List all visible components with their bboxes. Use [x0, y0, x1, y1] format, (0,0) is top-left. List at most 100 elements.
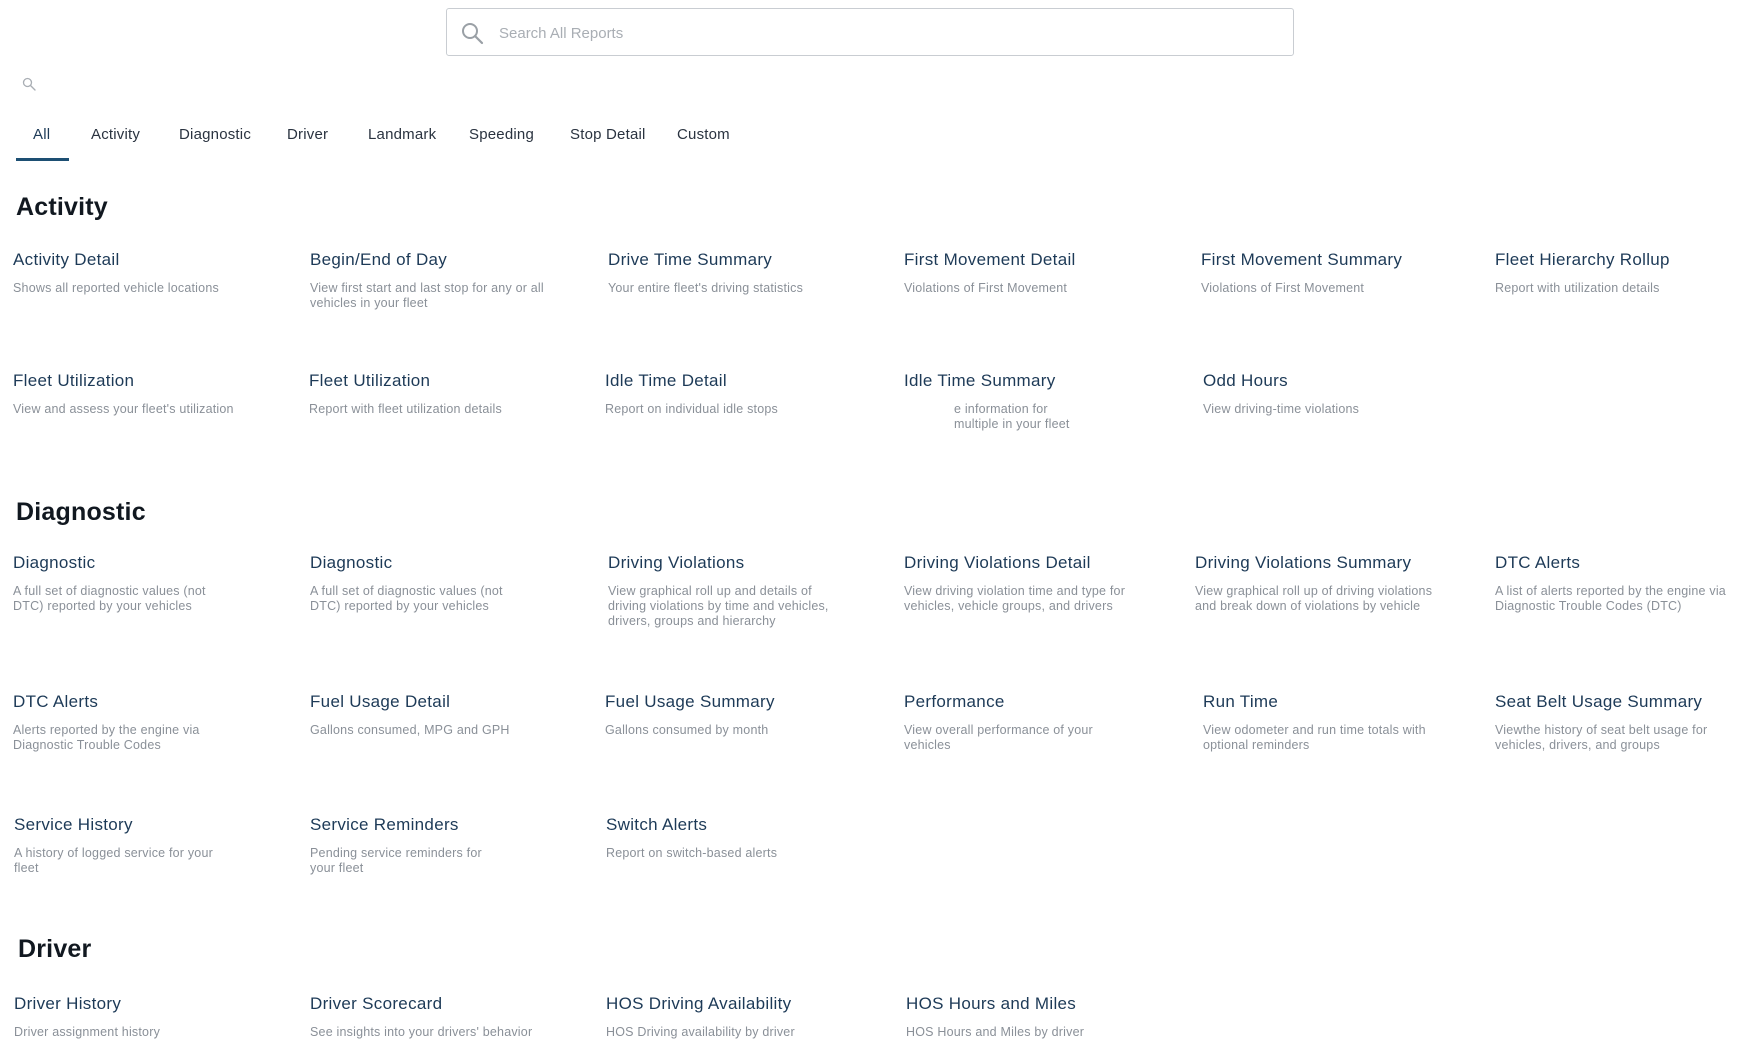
report-description: View overall performance of your vehicle…	[904, 723, 1093, 752]
report-title: Fleet Utilization	[309, 371, 431, 390]
report-title: Driving Violations Summary	[1195, 553, 1412, 572]
report-title: Activity Detail	[13, 250, 120, 269]
report-description: View graphical roll up and details of dr…	[608, 584, 829, 628]
report-card[interactable]: Run Time View odometer and run time tota…	[1203, 692, 1448, 753]
report-description: View driving violation time and type for…	[904, 584, 1126, 613]
tab-landmark[interactable]: Landmark	[368, 126, 436, 143]
tab-diagnostic[interactable]: Diagnostic	[179, 126, 251, 143]
report-card[interactable]: First Movement Detail Violations of Firs…	[904, 250, 1164, 296]
report-title: DTC Alerts	[1495, 553, 1581, 572]
tab-all[interactable]: All	[33, 126, 50, 143]
report-card[interactable]: Idle Time Detail Report on individual id…	[605, 371, 865, 417]
search-bar[interactable]	[446, 8, 1294, 56]
report-card[interactable]: Fuel Usage Detail Gallons consumed, MPG …	[310, 692, 570, 738]
tab-stop-detail[interactable]: Stop Detail	[570, 126, 646, 143]
report-description: Viewthe history of seat belt usage for v…	[1495, 723, 1708, 752]
tab-activity[interactable]: Activity	[91, 126, 140, 143]
report-card[interactable]: Fleet Utilization View and assess your f…	[13, 371, 273, 417]
report-card[interactable]: Driver History Driver assignment history	[14, 994, 274, 1040]
report-card[interactable]: Diagnostic A full set of diagnostic valu…	[310, 553, 530, 614]
report-card[interactable]: Diagnostic A full set of diagnostic valu…	[13, 553, 233, 614]
report-description: View graphical roll up of driving violat…	[1195, 584, 1433, 613]
report-description: Your entire fleet's driving statistics	[608, 281, 804, 295]
report-title: Idle Time Summary	[904, 371, 1056, 390]
report-title: Switch Alerts	[606, 815, 708, 834]
report-card[interactable]: Fleet Hierarchy Rollup Report with utili…	[1495, 250, 1755, 296]
report-title: Diagnostic	[310, 553, 393, 572]
report-description: A history of logged service for your fle…	[14, 846, 213, 875]
report-description: Report on switch-based alerts	[606, 846, 778, 860]
report-description: Report with utilization details	[1495, 281, 1660, 295]
report-title: Drive Time Summary	[608, 250, 773, 269]
report-title: Fleet Hierarchy Rollup	[1495, 250, 1670, 269]
report-title: Service History	[14, 815, 133, 834]
report-description: Shows all reported vehicle locations	[13, 281, 219, 295]
report-card[interactable]: Service History A history of logged serv…	[14, 815, 214, 876]
report-title: Fuel Usage Detail	[310, 692, 451, 711]
search-icon	[462, 23, 484, 45]
report-title: Seat Belt Usage Summary	[1495, 692, 1703, 711]
report-card[interactable]: Activity Detail Shows all reported vehic…	[13, 250, 273, 296]
report-description: Gallons consumed by month	[605, 723, 769, 737]
report-title: Begin/End of Day	[310, 250, 448, 269]
report-description: View odometer and run time totals with o…	[1203, 723, 1426, 752]
report-description: Report with fleet utilization details	[309, 402, 502, 416]
report-description: Report on individual idle stops	[605, 402, 778, 416]
section-title-diagnostic: Diagnostic	[16, 498, 146, 526]
report-description: Pending service reminders for your fleet	[310, 846, 482, 875]
report-card[interactable]: Odd Hours View driving-time violations	[1203, 371, 1463, 417]
report-title: Run Time	[1203, 692, 1279, 711]
report-description: Violations of First Movement	[904, 281, 1068, 295]
report-card[interactable]: Driving Violations Summary View graphica…	[1195, 553, 1440, 614]
section-title-driver: Driver	[18, 935, 92, 963]
report-title: Odd Hours	[1203, 371, 1288, 390]
search-icon[interactable]	[22, 77, 36, 91]
report-title: Driver Scorecard	[310, 994, 443, 1013]
report-card[interactable]: First Movement Summary Violations of Fir…	[1201, 250, 1461, 296]
report-card[interactable]: Switch Alerts Report on switch-based ale…	[606, 815, 866, 861]
report-card[interactable]: Driving Violations Detail View driving v…	[904, 553, 1144, 614]
report-title: Service Reminders	[310, 815, 459, 834]
report-card[interactable]: HOS Driving Availability HOS Driving ava…	[606, 994, 866, 1040]
report-description: Driver assignment history	[14, 1025, 161, 1039]
report-card[interactable]: Fuel Usage Summary Gallons consumed by m…	[605, 692, 865, 738]
report-title: First Movement Summary	[1201, 250, 1403, 269]
report-description: A list of alerts reported by the engine …	[1495, 584, 1726, 613]
report-description: View and assess your fleet's utilization	[13, 402, 234, 416]
report-card[interactable]: Drive Time Summary Your entire fleet's d…	[608, 250, 868, 296]
report-card[interactable]: Driver Scorecard See insights into your …	[310, 994, 570, 1040]
report-title: Fuel Usage Summary	[605, 692, 775, 711]
report-title: Fleet Utilization	[13, 371, 135, 390]
report-title: Idle Time Detail	[605, 371, 727, 390]
report-card[interactable]: HOS Hours and Miles HOS Hours and Miles …	[906, 994, 1166, 1040]
report-description: View first start and last stop for any o…	[310, 281, 544, 310]
report-description: View driving-time violations	[1203, 402, 1360, 416]
tab-custom[interactable]: Custom	[677, 126, 730, 143]
report-description: e information for multiple in your fleet	[954, 402, 1070, 431]
report-card[interactable]: Idle Time Summary e information for mult…	[904, 371, 1084, 432]
report-title: Driving Violations	[608, 553, 745, 572]
report-description: HOS Hours and Miles by driver	[906, 1025, 1085, 1039]
report-card[interactable]: Begin/End of Day View first start and la…	[310, 250, 550, 311]
report-card[interactable]: Fleet Utilization Report with fleet util…	[309, 371, 569, 417]
report-card[interactable]: DTC Alerts Alerts reported by the engine…	[13, 692, 233, 753]
report-card[interactable]: Driving Violations View graphical roll u…	[608, 553, 848, 629]
report-title: HOS Driving Availability	[606, 994, 792, 1013]
report-title: Diagnostic	[13, 553, 96, 572]
search-input[interactable]	[497, 17, 1271, 49]
report-description: Gallons consumed, MPG and GPH	[310, 723, 510, 737]
report-description: A full set of diagnostic values (not DTC…	[13, 584, 206, 613]
section-title-activity: Activity	[16, 193, 108, 221]
report-title: Driver History	[14, 994, 122, 1013]
report-card[interactable]: Seat Belt Usage Summary Viewthe history …	[1495, 692, 1735, 753]
report-title: DTC Alerts	[13, 692, 99, 711]
report-card[interactable]: Service Reminders Pending service remind…	[310, 815, 510, 876]
report-description: Alerts reported by the engine via Diagno…	[13, 723, 200, 752]
report-title: First Movement Detail	[904, 250, 1076, 269]
report-card[interactable]: Performance View overall performance of …	[904, 692, 1119, 753]
report-title: Driving Violations Detail	[904, 553, 1091, 572]
tab-speeding[interactable]: Speeding	[469, 126, 534, 143]
tab-driver[interactable]: Driver	[287, 126, 328, 143]
report-card[interactable]: DTC Alerts A list of alerts reported by …	[1495, 553, 1730, 614]
report-title: Performance	[904, 692, 1005, 711]
